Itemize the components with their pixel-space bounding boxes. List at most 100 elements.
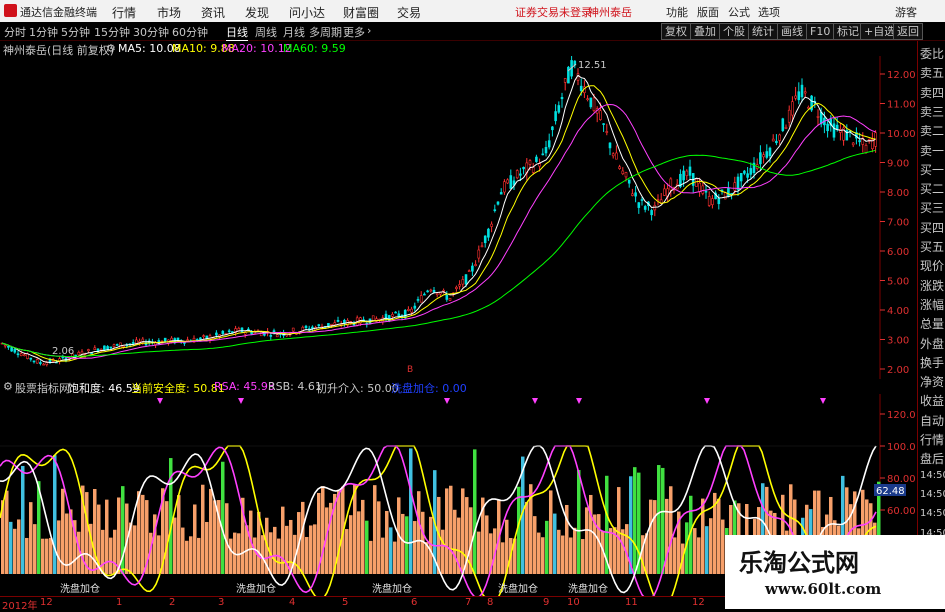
- mark-button[interactable]: 标记: [833, 23, 863, 40]
- side-panel-item[interactable]: 外盘: [920, 335, 944, 352]
- side-panel-item[interactable]: 14:50: [920, 489, 945, 500]
- side-panel-item[interactable]: 行情: [920, 431, 944, 448]
- side-panel-item[interactable]: 买二: [920, 180, 944, 197]
- candle-body: [791, 101, 794, 116]
- side-panel-item[interactable]: 自动: [920, 412, 944, 429]
- candle-body: [826, 123, 829, 132]
- candle-body: [605, 131, 609, 133]
- menu-trade[interactable]: 交易: [397, 4, 421, 21]
- indicator-bar: [53, 455, 57, 574]
- period-30min[interactable]: 30分钟: [133, 24, 169, 40]
- candle-body: [771, 138, 775, 142]
- period-toolbar: 分时 1分钟 5分钟 15分钟 30分钟 60分钟 日线 周线 月线 多周期 更…: [0, 22, 945, 41]
- menu-news[interactable]: 资讯: [201, 4, 225, 21]
- stock-button[interactable]: 个股: [719, 23, 749, 40]
- back-button[interactable]: 返回: [893, 23, 923, 40]
- candle-body: [551, 126, 554, 131]
- quote-side-panel: 委比卖五卖四卖三卖二卖一买一买二买三买四买五现价涨跌涨幅总量外盘换手净资收益自动…: [917, 41, 945, 609]
- period-daily[interactable]: 日线: [226, 24, 248, 41]
- side-panel-item[interactable]: 现价: [920, 257, 944, 274]
- candle-body: [579, 85, 583, 92]
- side-panel-item[interactable]: 卖四: [920, 84, 944, 101]
- side-panel-item[interactable]: 委比: [920, 45, 944, 62]
- candle-body: [685, 170, 689, 176]
- guest-button[interactable]: 游客: [895, 4, 917, 20]
- indicator-bar: [185, 540, 189, 574]
- period-weekly[interactable]: 周线: [255, 24, 277, 40]
- indicator-bar: [181, 527, 185, 574]
- side-panel-item[interactable]: 换手: [920, 354, 944, 371]
- side-panel-item[interactable]: 买一: [920, 161, 944, 178]
- indicator-bar: [345, 529, 349, 574]
- menu-function[interactable]: 功能: [666, 4, 688, 20]
- indicator-bar: [253, 537, 257, 574]
- menu-quotes[interactable]: 行情: [112, 4, 136, 21]
- wash-label: 洗盘加仓: [498, 582, 538, 595]
- candlestick-chart[interactable]: 12.00 11.00 10.00 9.00 8.00 7.00 6.00 5.00 4.00 3…: [0, 56, 917, 379]
- date-label: 1: [116, 597, 123, 608]
- overlay-button[interactable]: 叠加: [690, 23, 720, 40]
- side-panel-item[interactable]: 涨跌: [920, 277, 944, 294]
- indicator-bar: [525, 501, 529, 574]
- candle-body: [528, 160, 532, 165]
- side-panel-item[interactable]: 14:50: [920, 470, 945, 481]
- date-label: 11: [625, 597, 638, 608]
- indicator-bar: [101, 529, 105, 574]
- candle-body: [851, 142, 855, 146]
- side-panel-item[interactable]: 涨幅: [920, 296, 944, 313]
- login-status[interactable]: 证券交易未登录: [515, 4, 592, 20]
- period-1min[interactable]: 1分钟: [29, 24, 58, 40]
- menu-discover[interactable]: 发现: [245, 4, 269, 21]
- side-panel-item[interactable]: 买四: [920, 219, 944, 236]
- indicator-bar: [569, 537, 573, 574]
- period-multi[interactable]: 多周期: [309, 24, 342, 40]
- side-panel-item[interactable]: 总量: [920, 315, 944, 332]
- settings-icon[interactable]: ⚙: [106, 42, 116, 55]
- side-panel-item[interactable]: 卖三: [920, 103, 944, 120]
- side-panel-item[interactable]: 收益: [920, 392, 944, 409]
- menu-market[interactable]: 市场: [157, 4, 181, 21]
- candle-body: [311, 326, 314, 329]
- indicator-bar: [557, 529, 561, 574]
- indicator-bar: [393, 541, 397, 574]
- side-panel-item[interactable]: 盘后: [920, 450, 944, 467]
- f10-button[interactable]: F10: [806, 23, 835, 40]
- candle-body: [493, 209, 497, 211]
- side-panel-item[interactable]: 14:50: [920, 508, 945, 519]
- indicator-bar: [537, 532, 541, 574]
- side-panel-item[interactable]: 买三: [920, 199, 944, 216]
- period-monthly[interactable]: 月线: [283, 24, 305, 40]
- candle-body: [663, 188, 666, 196]
- menu-formula[interactable]: 公式: [728, 4, 750, 20]
- candle-body: [717, 197, 721, 205]
- indicator-bar: [381, 537, 385, 574]
- period-15min[interactable]: 15分钟: [94, 24, 130, 40]
- period-more[interactable]: 更多: [343, 24, 365, 40]
- indicator-bar: [705, 526, 709, 574]
- menu-layout[interactable]: 版面: [697, 4, 719, 20]
- settings-icon[interactable]: ⚙: [3, 380, 13, 393]
- stats-button[interactable]: 统计: [748, 23, 778, 40]
- indicator-bar: [617, 487, 621, 574]
- menu-ask[interactable]: 问小达: [289, 4, 325, 21]
- indicator-axis-label: 100.0: [887, 442, 916, 453]
- side-panel-item[interactable]: 卖二: [920, 122, 944, 139]
- period-5min[interactable]: 5分钟: [61, 24, 90, 40]
- side-panel-item[interactable]: 买五: [920, 238, 944, 255]
- candle-body: [592, 97, 596, 111]
- menu-options[interactable]: 选项: [758, 4, 780, 20]
- candle-body: [19, 353, 23, 357]
- draw-line-button[interactable]: 画线: [777, 23, 807, 40]
- indicator-bar: [417, 491, 421, 574]
- period-60min[interactable]: 60分钟: [172, 24, 208, 40]
- menu-wealth[interactable]: 财富圈: [343, 4, 379, 21]
- restore-rights-button[interactable]: 复权: [661, 23, 691, 40]
- side-panel-item[interactable]: 净资: [920, 373, 944, 390]
- price-axis-label: 4.00: [887, 306, 909, 317]
- side-panel-item[interactable]: 卖一: [920, 142, 944, 159]
- candle-body: [759, 152, 762, 165]
- candle-body: [394, 311, 397, 314]
- side-panel-item[interactable]: 卖五: [920, 64, 944, 81]
- period-intraday[interactable]: 分时: [4, 24, 26, 40]
- chevron-right-icon[interactable]: ›: [367, 24, 371, 37]
